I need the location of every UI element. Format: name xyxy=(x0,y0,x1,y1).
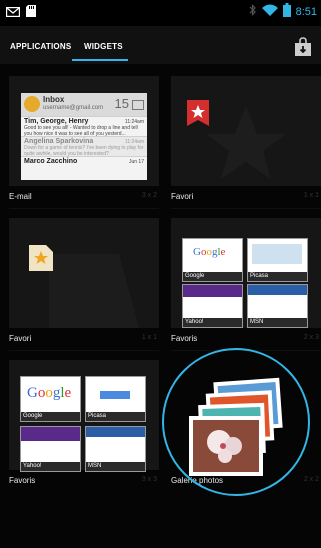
widget-name: Favoris xyxy=(9,476,36,485)
widget-preview: Google Google Picasa Yahoo! MSN xyxy=(9,360,159,472)
divider xyxy=(171,208,321,209)
bookmark-page-icon xyxy=(29,245,53,276)
bookmarks-thumbnail-grid: Google Google Picasa Yahoo! MSN xyxy=(182,238,310,328)
thumbnail-picasa: Picasa xyxy=(247,238,308,282)
bluetooth-icon xyxy=(249,4,257,19)
widget-favoris-3x3[interactable]: Google Google Picasa Yahoo! MSN Favoris xyxy=(9,360,159,494)
widget-preview xyxy=(9,218,159,328)
widget-size: 2 x 2 xyxy=(303,476,319,483)
compose-icon xyxy=(132,100,144,110)
widget-favori-red[interactable]: Favori 1 x 1 xyxy=(171,76,321,210)
widget-favori-bookmark[interactable]: Favori 1 x 1 xyxy=(9,218,159,352)
inbox-avatar-icon xyxy=(24,96,40,112)
widget-name: Favoris xyxy=(171,334,198,343)
divider xyxy=(9,208,159,209)
thumbnail-msn: MSN xyxy=(247,284,308,328)
inbox-count: 15 xyxy=(114,96,129,111)
thumbnail-google: Google Google xyxy=(20,376,81,422)
widget-name: Favori xyxy=(171,192,194,201)
wifi-icon xyxy=(261,4,278,19)
widget-favoris-2x3[interactable]: Google Google Picasa Yahoo! MSN Favoris xyxy=(171,218,321,352)
widget-size: 3 x 3 xyxy=(141,476,157,483)
email-widget-preview: Inbox username@gmail.com 15 Tim, George,… xyxy=(21,93,147,180)
widget-name: E-mail xyxy=(9,192,32,201)
tab-widgets[interactable]: WIDGETS xyxy=(84,42,123,51)
tab-bar: APPLICATIONS WIDGETS xyxy=(0,26,321,65)
highlight-circle xyxy=(162,348,310,496)
widget-name: Favori xyxy=(9,334,32,343)
battery-icon xyxy=(282,3,291,20)
clock-time: 8:51 xyxy=(295,5,317,18)
widget-size: 1 x 1 xyxy=(141,334,157,341)
email-message-row: Angelina Sparkovina 11:24am Down for a g… xyxy=(21,136,147,157)
widget-size: 2 x 3 xyxy=(303,334,319,341)
email-message-row: Marco Zacchino Jun 17 xyxy=(21,156,147,176)
thumbnail-picasa: Picasa xyxy=(85,376,146,422)
status-bar: 8:51 xyxy=(0,0,321,25)
thumbnail-yahoo: Yahoo! xyxy=(182,284,243,328)
widget-size: 3 x 2 xyxy=(141,192,157,199)
sd-card-icon xyxy=(26,4,36,22)
widget-size: 1 x 1 xyxy=(303,192,319,199)
widget-preview: Google Google Picasa Yahoo! MSN xyxy=(171,218,321,328)
bookmark-star-watermark xyxy=(206,106,286,179)
inbox-title: Inbox xyxy=(43,95,65,104)
thumbnail-google: Google Google xyxy=(182,238,243,282)
bookmarks-thumbnail-grid: Google Google Picasa Yahoo! MSN xyxy=(20,376,148,472)
bookmark-star-icon xyxy=(187,100,209,131)
tab-selected-indicator xyxy=(72,59,128,61)
widget-preview: Inbox username@gmail.com 15 Tim, George,… xyxy=(9,76,159,186)
tab-applications[interactable]: APPLICATIONS xyxy=(10,42,71,51)
widget-preview xyxy=(171,76,321,186)
thumbnail-msn: MSN xyxy=(85,426,146,472)
email-message-row: Tim, George, Henry 11:24am Good to see y… xyxy=(21,116,147,137)
mail-icon xyxy=(5,4,21,22)
divider xyxy=(9,350,159,351)
inbox-account: username@gmail.com xyxy=(43,105,104,111)
widget-email[interactable]: Inbox username@gmail.com 15 Tim, George,… xyxy=(9,76,159,210)
store-bag-icon[interactable] xyxy=(293,37,313,57)
email-header: Inbox username@gmail.com 15 xyxy=(21,93,147,116)
thumbnail-yahoo: Yahoo! xyxy=(20,426,81,472)
